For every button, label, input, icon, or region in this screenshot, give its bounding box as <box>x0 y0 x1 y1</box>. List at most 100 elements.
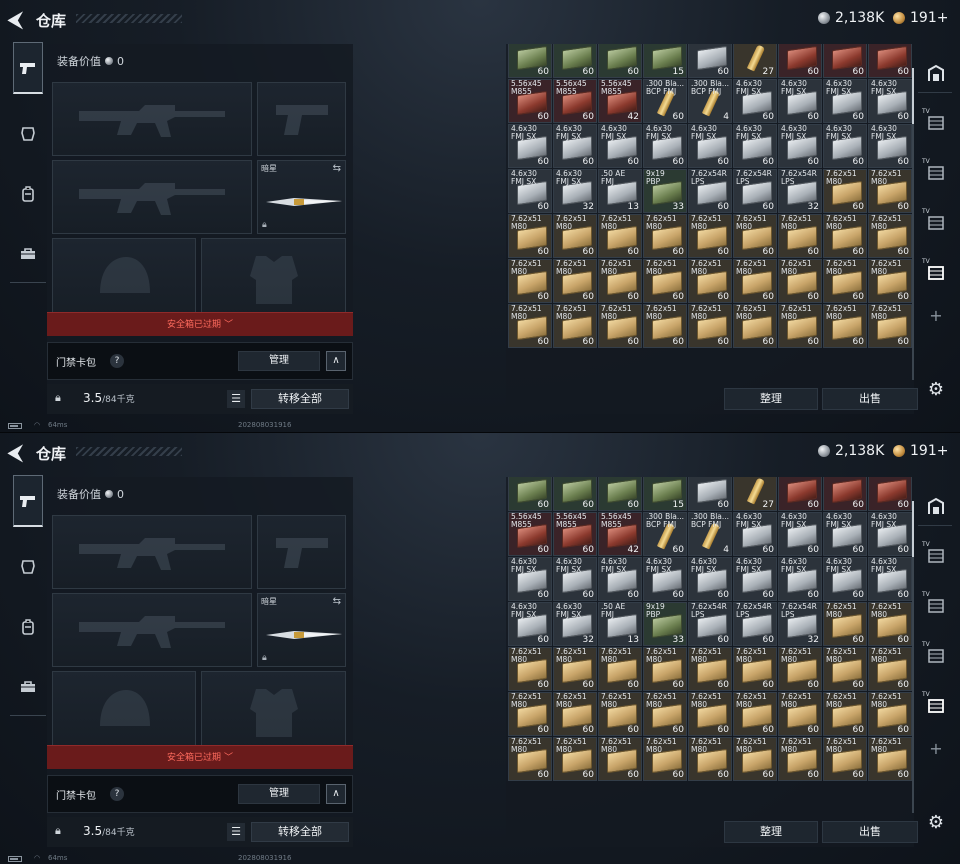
back-arrow-icon[interactable]: ⮜ <box>8 441 30 463</box>
stash-item[interactable]: 60 <box>508 477 552 511</box>
stash-item[interactable]: 4.6x30 FMJ SX 60 <box>508 124 552 168</box>
stash-item[interactable]: 4.6x30 FMJ SX 60 <box>778 557 822 601</box>
stash-item[interactable]: 7.62x51 M80 60 <box>598 304 642 348</box>
stash-item[interactable]: 4.6x30 FMJ SX 60 <box>643 124 687 168</box>
stash-item[interactable]: 27 <box>733 44 777 78</box>
tab-storage-1[interactable]: TV <box>922 541 950 571</box>
stash-item[interactable]: 7.62x51 M80 60 <box>688 259 732 303</box>
stash-item[interactable]: 60 <box>508 44 552 78</box>
secondary-weapon-slot[interactable] <box>52 160 252 234</box>
tab-case[interactable] <box>13 661 43 713</box>
tab-storage-3[interactable]: TV <box>922 208 950 238</box>
gold-currency[interactable]: 191+ <box>893 443 948 459</box>
stash-item[interactable]: 60 <box>823 477 867 511</box>
stash-item[interactable]: 7.62x51 M80 60 <box>868 214 912 258</box>
stash-item[interactable]: 7.62x51 M80 60 <box>868 737 912 781</box>
primary-weapon-slot[interactable] <box>52 515 252 589</box>
tab-weapons[interactable] <box>13 42 43 94</box>
stash-item[interactable]: 4.6x30 FMJ SX 60 <box>643 557 687 601</box>
sidearm-slot[interactable] <box>257 515 346 589</box>
stash-item[interactable]: 9x19 PBP 33 <box>643 602 687 646</box>
swap-icon[interactable]: ⇆ <box>333 596 341 607</box>
safe-box-expired-bar[interactable]: 安全箱已过期 ﹀ <box>47 312 353 336</box>
settings-button[interactable]: ⚙ <box>922 807 950 837</box>
stash-item[interactable]: 7.62x51 M80 60 <box>508 259 552 303</box>
stash-item[interactable]: 5.56x45 M855 60 <box>508 512 552 556</box>
stash-item[interactable]: 7.62x51 M80 60 <box>823 169 867 213</box>
stash-item[interactable]: 60 <box>553 44 597 78</box>
back-arrow-icon[interactable]: ⮜ <box>8 8 30 30</box>
stash-item[interactable]: 7.62x51 M80 60 <box>508 304 552 348</box>
stash-item[interactable]: 7.62x51 M80 60 <box>553 259 597 303</box>
tab-weapons[interactable] <box>13 475 43 527</box>
help-icon[interactable]: ? <box>110 787 124 801</box>
stash-item[interactable]: 7.62x51 M80 60 <box>643 304 687 348</box>
tab-backpack[interactable] <box>13 168 43 220</box>
stash-item[interactable]: 7.62x51 M80 60 <box>778 214 822 258</box>
add-storage-button[interactable]: + <box>922 733 950 763</box>
sell-button[interactable]: 出售 <box>822 388 918 410</box>
stash-item[interactable]: .300 Bla... BCP FMJ 4 <box>688 79 732 123</box>
manage-button[interactable]: 管理 <box>238 784 320 804</box>
stash-item[interactable]: 7.62x51 M80 60 <box>823 647 867 691</box>
stash-item[interactable]: 7.62x51 M80 60 <box>643 259 687 303</box>
stash-item[interactable]: 7.62x51 M80 60 <box>598 647 642 691</box>
stash-item[interactable]: 15 <box>643 477 687 511</box>
stash-item[interactable]: 4.6x30 FMJ SX 60 <box>688 557 732 601</box>
stash-item[interactable]: 7.62x51 M80 60 <box>778 259 822 303</box>
tab-armor[interactable] <box>13 541 43 593</box>
stash-item[interactable]: 7.62x51 M80 60 <box>553 647 597 691</box>
stash-item[interactable]: 7.62x51 M80 60 <box>598 737 642 781</box>
stash-item[interactable]: 7.62x51 M80 60 <box>868 602 912 646</box>
stash-item[interactable]: 4.6x30 FMJ SX 60 <box>553 124 597 168</box>
stash-item[interactable]: 5.56x45 M855 60 <box>508 79 552 123</box>
stash-item[interactable]: 7.62x51 M80 60 <box>553 304 597 348</box>
stash-scroll-thumb[interactable] <box>912 68 914 124</box>
stash-item[interactable]: 60 <box>868 44 912 78</box>
stash-item[interactable]: 4.6x30 FMJ SX 60 <box>688 124 732 168</box>
stash-item[interactable]: 7.62x51 M80 60 <box>598 214 642 258</box>
stash-item[interactable]: 7.62x51 M80 60 <box>508 214 552 258</box>
sort-button[interactable]: 整理 <box>724 388 818 410</box>
stash-item[interactable]: 15 <box>643 44 687 78</box>
stash-item[interactable]: 7.62x51 M80 60 <box>643 737 687 781</box>
stash-item[interactable]: .50 AE FMJ 13 <box>598 602 642 646</box>
settings-button[interactable]: ⚙ <box>922 374 950 404</box>
tab-storage-all[interactable] <box>922 491 950 521</box>
stash-item[interactable]: 7.62x51 M80 60 <box>508 737 552 781</box>
tab-storage-4[interactable]: TV <box>922 258 950 288</box>
stash-item[interactable]: 4.6x30 FMJ SX 60 <box>778 512 822 556</box>
stash-item[interactable]: 7.62x54R LPS 60 <box>733 169 777 213</box>
stash-item[interactable]: 7.62x51 M80 60 <box>688 304 732 348</box>
chevron-up-icon[interactable]: ∧ <box>326 351 346 371</box>
stash-item[interactable]: 7.62x51 M80 60 <box>868 692 912 736</box>
stash-item[interactable]: 7.62x54R LPS 60 <box>733 602 777 646</box>
stash-item[interactable]: 60 <box>868 477 912 511</box>
stash-item[interactable]: 7.62x51 M80 60 <box>553 214 597 258</box>
stash-item[interactable]: 7.62x51 M80 60 <box>778 304 822 348</box>
swap-icon[interactable]: ⇆ <box>333 163 341 174</box>
stash-item[interactable]: 4.6x30 FMJ SX 60 <box>733 79 777 123</box>
silver-currency[interactable]: 2,138K <box>818 443 884 459</box>
stash-item[interactable]: .300 Bla... BCP FMJ 60 <box>643 512 687 556</box>
stash-item[interactable]: 7.62x51 M80 60 <box>823 692 867 736</box>
stash-item[interactable]: 4.6x30 FMJ SX 32 <box>553 169 597 213</box>
stash-item[interactable]: 5.56x45 M855 42 <box>598 512 642 556</box>
help-icon[interactable]: ? <box>110 354 124 368</box>
stash-item[interactable]: 7.62x51 M80 60 <box>778 647 822 691</box>
tab-armor[interactable] <box>13 108 43 160</box>
stash-item[interactable]: 7.62x51 M80 60 <box>823 737 867 781</box>
stash-item[interactable]: 27 <box>733 477 777 511</box>
stash-item[interactable]: 7.62x51 M80 60 <box>508 692 552 736</box>
stash-item[interactable]: 7.62x51 M80 60 <box>553 692 597 736</box>
stash-item[interactable]: 4.6x30 FMJ SX 60 <box>778 79 822 123</box>
tab-backpack[interactable] <box>13 601 43 653</box>
stash-item[interactable]: 7.62x51 M80 60 <box>598 692 642 736</box>
stash-item[interactable]: 7.62x51 M80 60 <box>823 602 867 646</box>
stash-item[interactable]: 60 <box>598 477 642 511</box>
tab-storage-all[interactable] <box>922 58 950 88</box>
stash-item[interactable]: 7.62x51 M80 60 <box>823 214 867 258</box>
stash-item[interactable]: 7.62x54R LPS 32 <box>778 602 822 646</box>
stash-item[interactable]: 5.56x45 M855 42 <box>598 79 642 123</box>
tab-storage-4[interactable]: TV <box>922 691 950 721</box>
